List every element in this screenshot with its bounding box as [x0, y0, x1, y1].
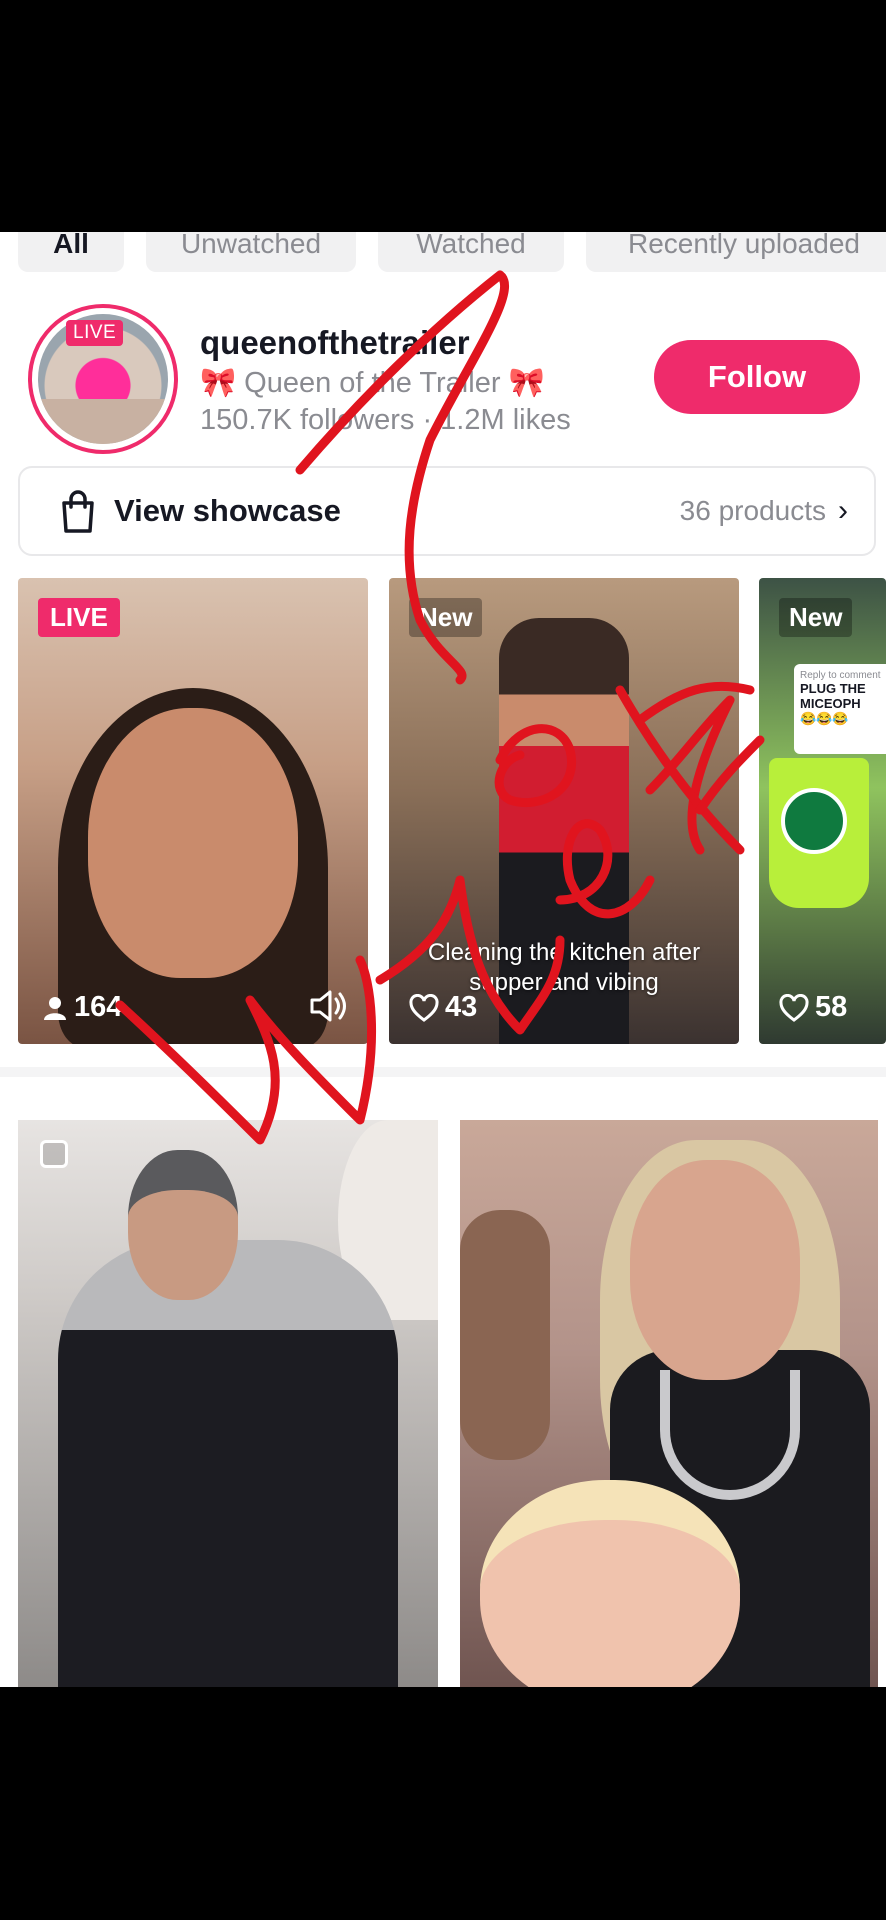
- follow-button[interactable]: Follow: [654, 340, 860, 414]
- comment-reply-card: Reply to comment PLUG THE MICEOPH 😂😂😂: [794, 664, 886, 754]
- checkbox-icon[interactable]: [40, 1140, 68, 1168]
- filter-tabs: All Unwatched Watched Recently uploaded: [18, 232, 886, 272]
- person-icon: [44, 996, 66, 1020]
- chevron-right-icon: ›: [838, 494, 848, 527]
- filter-watched[interactable]: Watched: [378, 232, 564, 272]
- products-count: 36 products: [679, 495, 826, 526]
- video-tile-hug[interactable]: [18, 1120, 438, 1687]
- profile-subtitle: 🎀 Queen of the Trailer 🎀: [200, 367, 545, 399]
- video-thumbnail-head: [630, 1160, 800, 1380]
- avatar[interactable]: LIVE: [28, 304, 178, 454]
- heart-icon: [409, 993, 439, 1022]
- like-count: 58: [779, 991, 847, 1024]
- new-badge: New: [779, 598, 853, 637]
- section-divider: [0, 1067, 886, 1077]
- viewer-count: 164: [44, 991, 122, 1024]
- like-count-value: 58: [815, 991, 848, 1023]
- username[interactable]: queenofthetrailer: [200, 324, 470, 362]
- video-caption: Cleaning the kitchen after supper and vi…: [427, 939, 701, 996]
- like-count: 43: [409, 991, 477, 1024]
- cup-logo: [781, 788, 847, 854]
- filter-all[interactable]: All: [18, 232, 124, 272]
- video-tile-kitchen[interactable]: New Cleaning the kitchen after supper an…: [389, 578, 739, 1044]
- video-thumbnail-man-left: [460, 1210, 550, 1460]
- comment-reply-text: PLUG THE MICEOPH: [800, 681, 866, 711]
- profile-content: All Unwatched Watched Recently uploaded …: [0, 232, 886, 1687]
- live-badge: LIVE: [38, 598, 120, 637]
- video-thumbnail-hoodie: [58, 1240, 398, 1687]
- speaker-icon[interactable]: [308, 988, 348, 1024]
- new-badge: New: [409, 598, 483, 637]
- showcase-label: View showcase: [114, 493, 341, 528]
- viewer-count-value: 164: [74, 991, 123, 1023]
- video-tile-group[interactable]: [460, 1120, 878, 1687]
- comment-reply-emoji: 😂😂😂: [800, 711, 849, 726]
- comment-reply-heading: Reply to comment: [800, 670, 881, 681]
- video-thumbnail-face: [88, 708, 298, 978]
- filter-unwatched[interactable]: Unwatched: [146, 232, 356, 272]
- filter-recently-uploaded[interactable]: Recently uploaded: [586, 232, 886, 272]
- video-thumbnail-woman: [480, 1480, 740, 1687]
- video-thumbnail-head: [128, 1150, 238, 1300]
- avatar-live-badge: LIVE: [66, 320, 124, 346]
- video-tile-starbucks[interactable]: Reply to comment PLUG THE MICEOPH 😂😂😂 Ne…: [759, 578, 886, 1044]
- shopping-bag-icon: [62, 490, 94, 533]
- like-count-value: 43: [445, 991, 478, 1023]
- profile-stats: 150.7K followers · 1.2M likes: [200, 404, 571, 436]
- view-showcase-row[interactable]: View showcase 36 products ›: [18, 466, 876, 556]
- screen: All Unwatched Watched Recently uploaded …: [0, 0, 886, 1920]
- heart-icon: [779, 993, 809, 1022]
- video-tile-live[interactable]: LIVE 164: [18, 578, 368, 1044]
